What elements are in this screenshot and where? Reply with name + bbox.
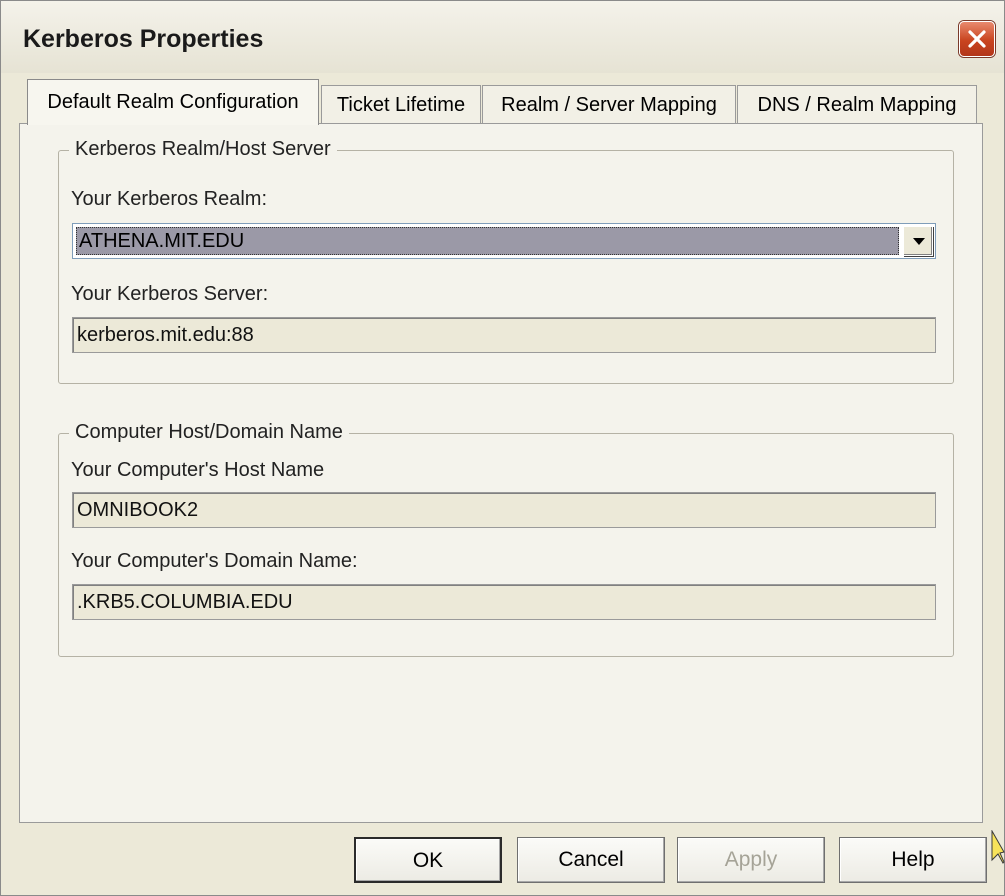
host-name-label: Your Computer's Host Name [71, 459, 325, 481]
close-button[interactable] [959, 21, 995, 57]
group-legend: Computer Host/Domain Name [69, 421, 349, 444]
tab-label: Ticket Lifetime [336, 94, 466, 116]
realm-dropdown[interactable]: ATHENA.MIT.EDU [72, 223, 936, 259]
apply-button[interactable]: Apply [677, 837, 825, 883]
kerberos-properties-dialog: Kerberos Properties Default Realm Config… [0, 0, 1005, 896]
domain-name-field[interactable]: .KRB5.COLUMBIA.EDU [72, 584, 936, 620]
realm-dropdown-value: ATHENA.MIT.EDU [76, 227, 899, 255]
host-name-field[interactable]: OMNIBOOK2 [72, 492, 936, 528]
close-icon [968, 30, 986, 48]
tab-label: DNS / Realm Mapping [757, 94, 957, 116]
tab-label: Realm / Server Mapping [501, 94, 717, 116]
kerberos-realm-host-server-group: Kerberos Realm/Host Server Your Kerberos… [58, 138, 954, 384]
tab-default-realm-configuration[interactable]: Default Realm Configuration [27, 79, 319, 125]
realm-label: Your Kerberos Realm: [71, 188, 268, 210]
window-title: Kerberos Properties [23, 25, 264, 53]
computer-host-domain-group: Computer Host/Domain Name Your Computer'… [58, 421, 954, 657]
title-bar[interactable]: Kerberos Properties [1, 1, 1004, 73]
chevron-down-icon [913, 238, 925, 245]
tab-panel: Kerberos Realm/Host Server Your Kerberos… [19, 123, 983, 823]
server-label: Your Kerberos Server: [71, 283, 269, 305]
tab-label: Default Realm Configuration [47, 91, 299, 113]
tab-realm-server-mapping[interactable]: Realm / Server Mapping [482, 85, 736, 123]
ok-button[interactable]: OK [354, 837, 502, 883]
tab-ticket-lifetime[interactable]: Ticket Lifetime [321, 85, 481, 123]
tab-dns-realm-mapping[interactable]: DNS / Realm Mapping [737, 85, 977, 123]
server-field[interactable]: kerberos.mit.edu:88 [72, 317, 936, 353]
cancel-button[interactable]: Cancel [517, 837, 665, 883]
help-button[interactable]: Help [839, 837, 987, 883]
mouse-pointer-icon [991, 830, 1005, 864]
dropdown-button[interactable] [903, 226, 933, 256]
domain-name-label: Your Computer's Domain Name: [71, 550, 358, 572]
group-legend: Kerberos Realm/Host Server [69, 138, 337, 161]
